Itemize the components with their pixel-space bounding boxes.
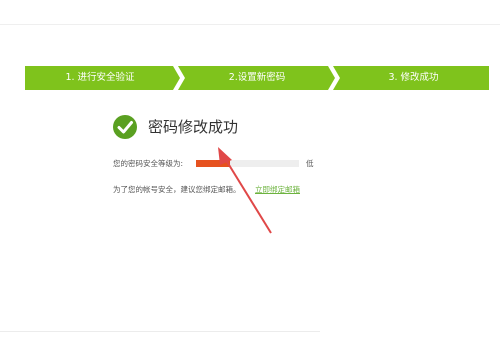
footer-divider [0, 331, 320, 332]
annotation-arrow-head [218, 147, 232, 165]
annotation-arrow-shaft [225, 159, 272, 234]
annotation-arrow [218, 147, 272, 234]
